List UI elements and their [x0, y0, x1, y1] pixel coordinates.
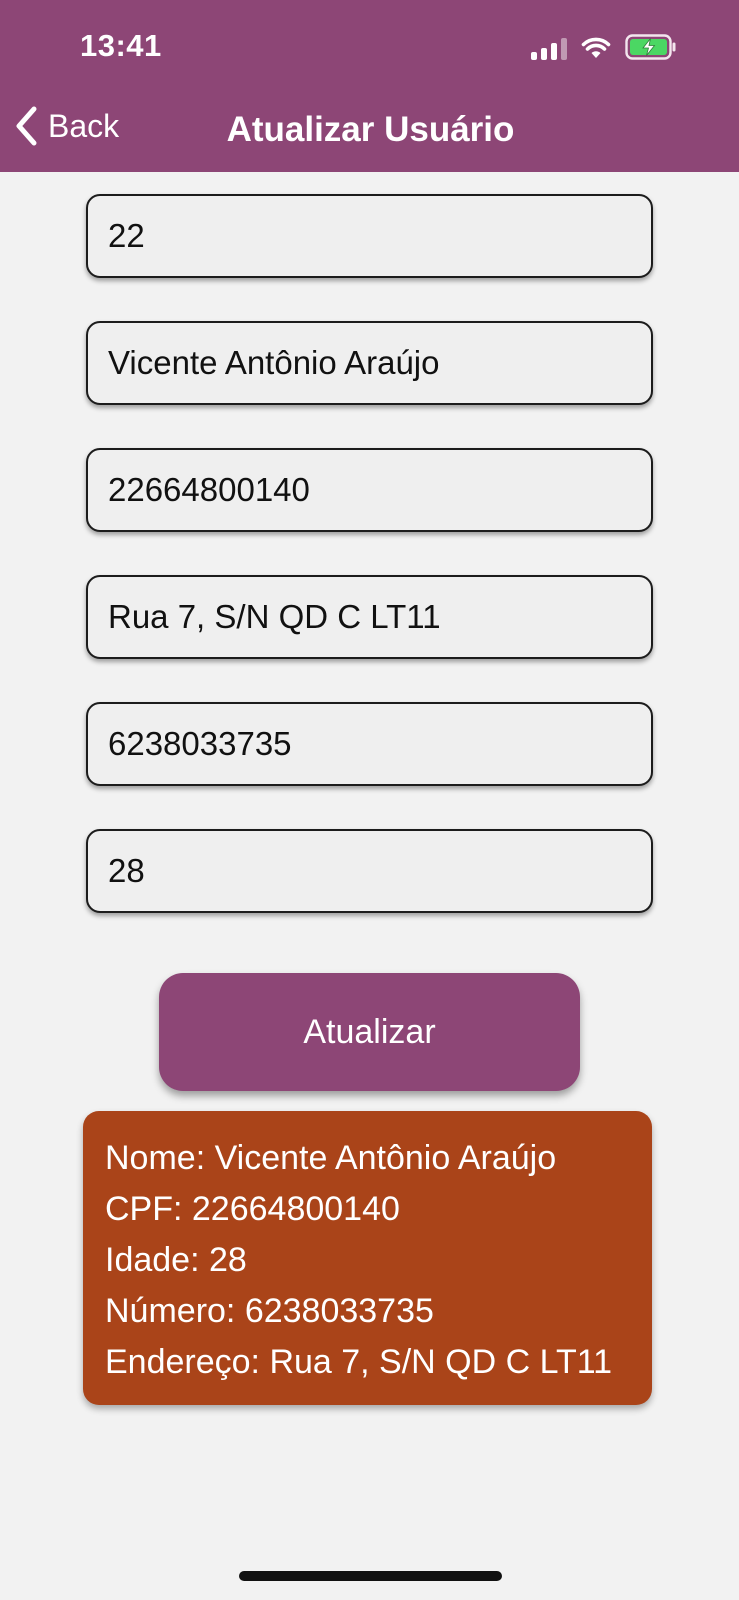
wifi-icon — [581, 36, 611, 60]
info-address: Endereço: Rua 7, S/N QD C LT11 — [105, 1343, 613, 1381]
info-cpf: CPF: 22664800140 — [105, 1190, 400, 1228]
id-field[interactable] — [86, 194, 653, 278]
phone-input[interactable] — [108, 725, 651, 763]
cellular-signal-icon — [531, 36, 567, 60]
name-field[interactable] — [86, 321, 653, 405]
navigation-header: 13:41 Back Atualizar Usuário — [0, 0, 739, 172]
name-input[interactable] — [108, 344, 651, 382]
cpf-field[interactable] — [86, 448, 653, 532]
cpf-input[interactable] — [108, 471, 651, 509]
id-input[interactable] — [108, 217, 651, 255]
update-user-screen: 13:41 Back Atualizar Usuário 22 Vicente … — [0, 0, 739, 1600]
home-indicator[interactable] — [239, 1571, 502, 1581]
user-info-card: Nome: Vicente Antônio Araújo CPF: 226648… — [83, 1111, 652, 1405]
address-input[interactable] — [108, 598, 651, 636]
update-button[interactable]: Atualizar — [159, 973, 580, 1091]
battery-charging-icon — [625, 34, 677, 60]
info-age: Idade: 28 — [105, 1241, 247, 1279]
status-icons — [531, 34, 677, 60]
age-field[interactable] — [86, 829, 653, 913]
info-name: Nome: Vicente Antônio Araújo — [105, 1139, 557, 1177]
address-field[interactable] — [86, 575, 653, 659]
page-title: Atualizar Usuário — [226, 110, 515, 149]
age-input[interactable] — [108, 852, 651, 890]
info-phone: Número: 6238033735 — [105, 1292, 434, 1330]
status-time: 13:41 — [80, 28, 162, 63]
phone-field[interactable] — [86, 702, 653, 786]
